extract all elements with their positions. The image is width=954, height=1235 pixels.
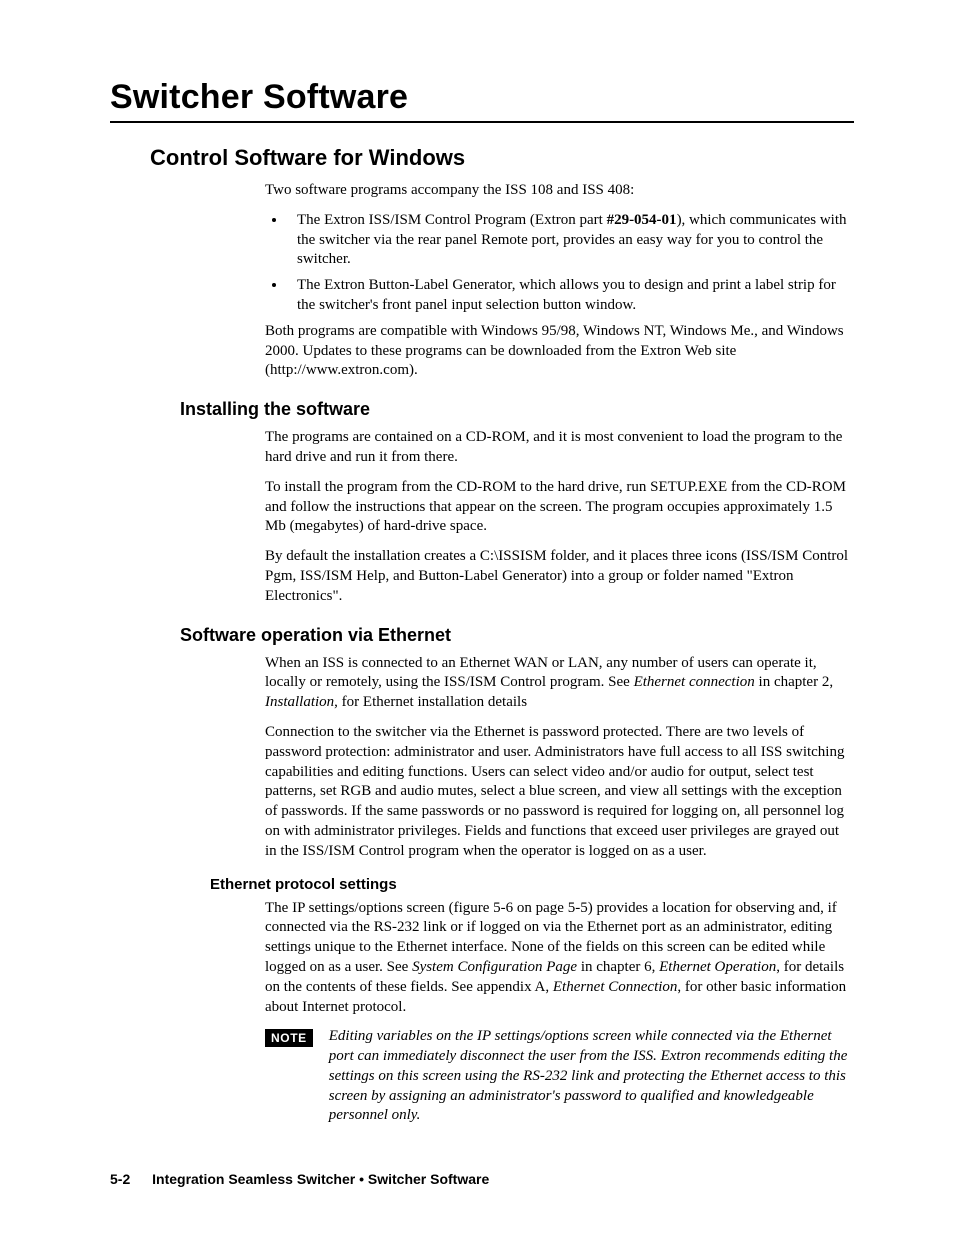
text-run: in chapter 6, <box>577 959 659 975</box>
paragraph: By default the installation creates a C:… <box>265 547 854 606</box>
section-heading: Control Software for Windows <box>150 145 854 171</box>
footer-text: Integration Seamless Switcher • Switcher… <box>152 1171 489 1187</box>
italic-ref: Ethernet Operation <box>659 959 776 975</box>
bullet-text: The Extron Button-Label Generator, which… <box>297 277 836 313</box>
list-item: The Extron Button-Label Generator, which… <box>287 276 854 316</box>
paragraph: When an ISS is connected to an Ethernet … <box>265 654 854 713</box>
page-footer: 5-2 Integration Seamless Switcher • Swit… <box>110 1171 489 1187</box>
page-number: 5-2 <box>110 1171 130 1187</box>
installing-block: The programs are contained on a CD-ROM, … <box>265 428 854 606</box>
text-run: in chapter 2, <box>755 674 833 690</box>
ethernet-block: When an ISS is connected to an Ethernet … <box>265 654 854 862</box>
italic-ref: Ethernet connection <box>634 674 755 690</box>
subsubsection-heading: Ethernet protocol settings <box>210 876 854 893</box>
protocol-block: The IP settings/options screen (figure 5… <box>265 899 854 1018</box>
list-item: The Extron ISS/ISM Control Program (Extr… <box>287 211 854 270</box>
chapter-title: Switcher Software <box>110 78 854 117</box>
italic-ref: Installation <box>265 694 334 710</box>
note-badge: NOTE <box>265 1029 313 1047</box>
intro-block: Two software programs accompany the ISS … <box>265 181 854 381</box>
note-block: NOTE Editing variables on the IP setting… <box>265 1027 854 1126</box>
bullet-list: The Extron ISS/ISM Control Program (Extr… <box>265 211 854 316</box>
after-bullets-paragraph: Both programs are compatible with Window… <box>265 322 854 381</box>
intro-paragraph: Two software programs accompany the ISS … <box>265 181 854 201</box>
italic-ref: System Configuration Page <box>412 959 577 975</box>
paragraph: The IP settings/options screen (figure 5… <box>265 899 854 1018</box>
page: Switcher Software Control Software for W… <box>0 0 954 1235</box>
subsection-heading: Software operation via Ethernet <box>180 625 854 646</box>
italic-ref: Ethernet Connection <box>553 979 678 995</box>
note-text: Editing variables on the IP settings/opt… <box>329 1027 854 1126</box>
subsection-heading: Installing the software <box>180 399 854 420</box>
bullet-text-pre: The Extron ISS/ISM Control Program (Extr… <box>297 212 607 228</box>
paragraph: Connection to the switcher via the Ether… <box>265 723 854 862</box>
part-number: #29-054-01 <box>607 212 677 228</box>
text-run: , for Ethernet installation details <box>334 694 527 710</box>
title-rule <box>110 121 854 123</box>
paragraph: To install the program from the CD-ROM t… <box>265 478 854 537</box>
paragraph: The programs are contained on a CD-ROM, … <box>265 428 854 468</box>
